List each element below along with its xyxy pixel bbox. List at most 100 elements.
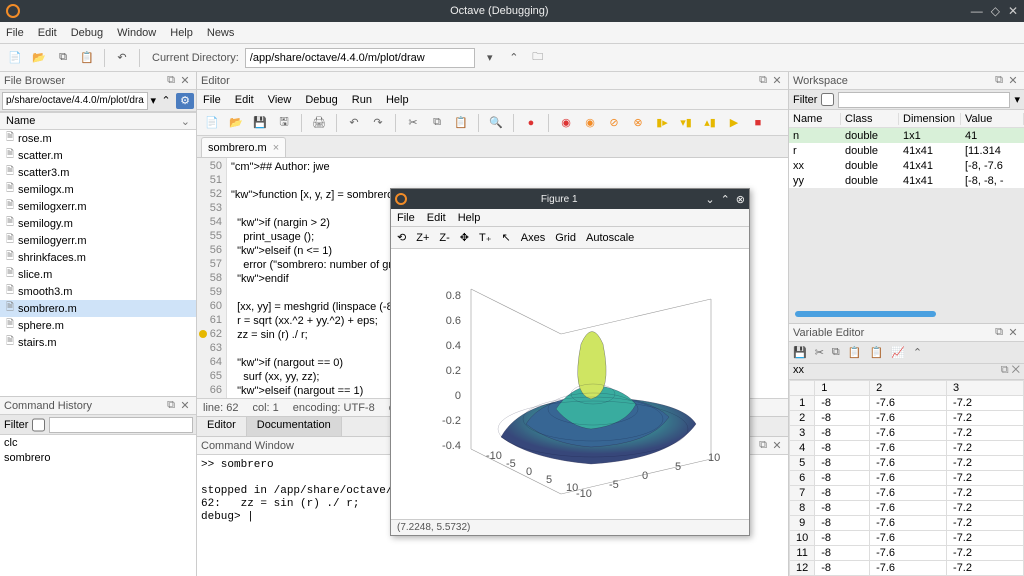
workspace-row[interactable]: ndouble1x141 xyxy=(789,128,1024,143)
ed-open-icon[interactable]: 📂 xyxy=(227,114,245,132)
breakpoint-clearall-icon[interactable]: ⊗ xyxy=(629,114,647,132)
bottom-tab-editor[interactable]: Editor xyxy=(197,417,247,436)
editor-menu-help[interactable]: Help xyxy=(386,94,409,106)
file-item[interactable]: 🗎slice.m xyxy=(0,266,196,283)
ve-up-icon[interactable]: ⌃ xyxy=(913,346,922,359)
editor-menu-run[interactable]: Run xyxy=(352,94,372,106)
fig-menu-help[interactable]: Help xyxy=(458,212,481,224)
file-item[interactable]: 🗎semilogx.m xyxy=(0,181,196,198)
menu-edit[interactable]: Edit xyxy=(38,27,57,39)
ve-paste2-icon[interactable]: 📋 xyxy=(869,346,883,359)
fig-minimize-icon[interactable]: ⌄ xyxy=(705,193,714,206)
editor-tab[interactable]: sombrero.m × xyxy=(201,137,286,157)
panel-close-icon[interactable]: ✕ xyxy=(1006,326,1020,339)
tab-close-icon[interactable]: × xyxy=(273,142,279,154)
history-item[interactable]: clc xyxy=(4,437,192,452)
path-up-icon[interactable]: ⌃ xyxy=(158,94,174,107)
fig-pan-icon[interactable]: ✥ xyxy=(460,231,469,244)
step-icon[interactable]: ▮▸ xyxy=(653,114,671,132)
step-in-icon[interactable]: ▾▮ xyxy=(677,114,695,132)
history-filter-input[interactable] xyxy=(49,417,193,433)
dir-browse-icon[interactable]: 🗀 xyxy=(529,49,547,67)
dropdown-icon[interactable]: ▾ xyxy=(1014,93,1020,106)
figure-window[interactable]: Figure 1 ⌄ ⌃ ⊗ File Edit Help ⟲ Z+ Z- ✥ … xyxy=(390,188,750,536)
fig-select-icon[interactable]: ↖ xyxy=(502,231,511,244)
ed-cut-icon[interactable]: ✂ xyxy=(404,114,422,132)
step-out-icon[interactable]: ▴▮ xyxy=(701,114,719,132)
file-item[interactable]: 🗎scatter3.m xyxy=(0,164,196,181)
new-file-icon[interactable]: 📄 xyxy=(6,49,24,67)
file-browser-list[interactable]: 🗎rose.m🗎scatter.m🗎scatter3.m🗎semilogx.m🗎… xyxy=(0,130,196,396)
fig-maximize-icon[interactable]: ⌃ xyxy=(721,193,730,206)
command-history-list[interactable]: clcsombrero xyxy=(0,435,196,576)
ed-new-icon[interactable]: 📄 xyxy=(203,114,221,132)
breakpoint-toggle-icon[interactable]: ● xyxy=(522,114,540,132)
file-item[interactable]: 🗎semilogy.m xyxy=(0,215,196,232)
workspace-scrollbar[interactable] xyxy=(795,311,936,317)
panel-close-icon[interactable]: ✕ xyxy=(1006,74,1020,87)
dir-up-icon[interactable]: ⌃ xyxy=(505,49,523,67)
close-icon[interactable]: ✕ xyxy=(1008,4,1018,18)
fig-axes-button[interactable]: Axes xyxy=(521,232,545,244)
open-folder-icon[interactable]: 📂 xyxy=(30,49,48,67)
breakpoint-remove-icon[interactable]: ⊘ xyxy=(605,114,623,132)
panel-close-icon[interactable]: ✕ xyxy=(770,74,784,87)
dir-dropdown-icon[interactable]: ▾ xyxy=(481,49,499,67)
ve-plot-icon[interactable]: 📈 xyxy=(891,346,905,359)
ed-save-icon[interactable]: 💾 xyxy=(251,114,269,132)
menu-debug[interactable]: Debug xyxy=(71,27,103,39)
fig-close-icon[interactable]: ⊗ xyxy=(736,193,745,206)
panel-close-icon[interactable]: ✕ xyxy=(770,439,784,452)
path-dropdown-icon[interactable]: ▾ xyxy=(150,94,156,107)
minimize-icon[interactable]: — xyxy=(971,4,983,18)
file-item[interactable]: 🗎smooth3.m xyxy=(0,283,196,300)
menu-file[interactable]: File xyxy=(6,27,24,39)
ve-copy-icon[interactable]: ⧉ xyxy=(832,346,840,359)
workspace-row[interactable]: yydouble41x41[-8, -8, - xyxy=(789,173,1024,188)
ed-copy-icon[interactable]: ⧉ xyxy=(428,114,446,132)
editor-menu-view[interactable]: View xyxy=(268,94,292,106)
file-item[interactable]: 🗎rose.m xyxy=(0,130,196,147)
ed-saveall-icon[interactable]: 🖫 xyxy=(275,114,293,132)
variable-grid[interactable]: 1231-8-7.6-7.22-8-7.6-7.23-8-7.6-7.24-8-… xyxy=(789,380,1024,576)
panel-undock-icon[interactable]: ⧉ xyxy=(164,74,178,87)
fig-zoom-out[interactable]: Z- xyxy=(439,232,449,244)
menu-help[interactable]: Help xyxy=(170,27,193,39)
file-browser-column-header[interactable]: Name ⌄ xyxy=(0,112,196,130)
panel-undock-icon[interactable]: ⧉ xyxy=(992,326,1006,339)
workspace-table[interactable]: Name Class Dimension Value ndouble1x141r… xyxy=(789,110,1024,188)
paste-icon[interactable]: 📋 xyxy=(78,49,96,67)
path-gear-icon[interactable]: ⚙ xyxy=(176,93,194,109)
workspace-row[interactable]: rdouble41x41[11.314 xyxy=(789,143,1024,158)
continue-icon[interactable]: ▶ xyxy=(725,114,743,132)
ve-save-icon[interactable]: 💾 xyxy=(793,346,807,359)
ed-paste-icon[interactable]: 📋 xyxy=(452,114,470,132)
panel-undock-icon[interactable]: ⧉ xyxy=(992,74,1006,87)
undo-icon[interactable]: ↶ xyxy=(113,49,131,67)
fig-text-icon[interactable]: T₊ xyxy=(479,231,492,244)
file-item[interactable]: 🗎sombrero.m xyxy=(0,300,196,317)
maximize-icon[interactable]: ◇ xyxy=(991,4,1000,18)
workspace-filter-checkbox[interactable] xyxy=(821,93,834,106)
copy-icon[interactable]: ⧉ xyxy=(54,49,72,67)
fig-grid-button[interactable]: Grid xyxy=(555,232,576,244)
figure-canvas[interactable]: 0.80.60.40.20-0.2-0.4 -10-10-5-500551010 xyxy=(391,249,749,519)
editor-menu-edit[interactable]: Edit xyxy=(235,94,254,106)
fig-zoom-in[interactable]: Z+ xyxy=(416,232,429,244)
file-browser-path-input[interactable] xyxy=(2,92,148,110)
menu-news[interactable]: News xyxy=(207,27,235,39)
ve-cut-icon[interactable]: ✂ xyxy=(815,346,824,359)
panel-close-icon[interactable]: ✕ xyxy=(178,399,192,412)
ve-paste-icon[interactable]: 📋 xyxy=(848,346,862,359)
history-filter-checkbox[interactable] xyxy=(32,417,45,433)
panel-undock-icon[interactable]: ⧉ xyxy=(756,439,770,452)
breakpoint-prev-icon[interactable]: ◉ xyxy=(557,114,575,132)
panel-undock-icon[interactable]: ⧉ xyxy=(756,74,770,87)
fig-rotate-icon[interactable]: ⟲ xyxy=(397,231,406,244)
var-undock-icon[interactable]: ⧉ ✕ xyxy=(1001,364,1020,379)
menu-window[interactable]: Window xyxy=(117,27,156,39)
file-item[interactable]: 🗎sphere.m xyxy=(0,317,196,334)
panel-close-icon[interactable]: ✕ xyxy=(178,74,192,87)
editor-menu-debug[interactable]: Debug xyxy=(305,94,337,106)
workspace-filter-input[interactable] xyxy=(838,92,1010,108)
